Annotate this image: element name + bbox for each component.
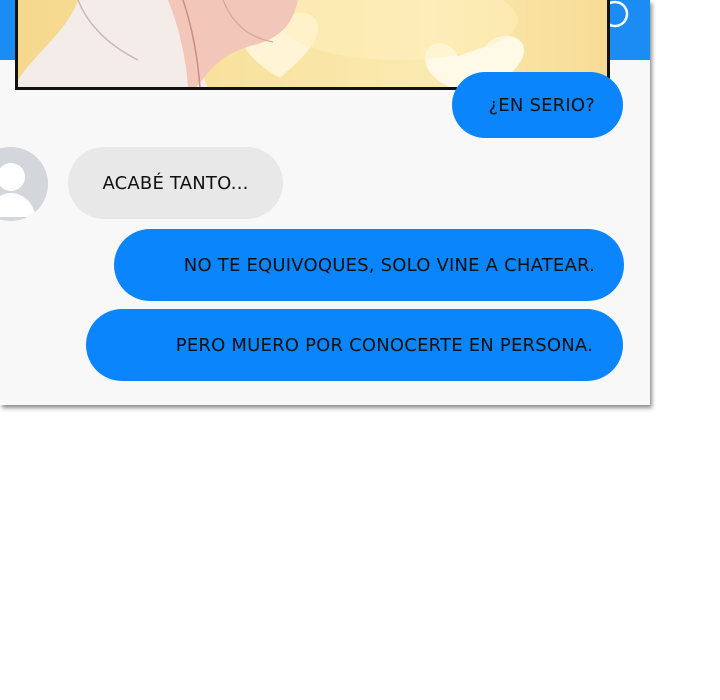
message-text: PERO MUERO POR CONOCERTE EN PERSONA.	[175, 334, 593, 356]
comic-panel: ¿EN SERIO? ACABÉ TANTO... NO TE EQUIVOQU…	[0, 0, 720, 700]
avatar[interactable]	[0, 147, 48, 221]
message-text: ¿EN SERIO?	[488, 94, 595, 116]
message-bubble-outgoing: ¿EN SERIO?	[452, 72, 623, 138]
default-user-silhouette-icon	[0, 147, 48, 221]
message-bubble-outgoing: PERO MUERO POR CONOCERTE EN PERSONA.	[86, 309, 623, 381]
message-bubble-incoming: ACABÉ TANTO...	[68, 147, 283, 219]
message-text: NO TE EQUIVOQUES, SOLO VINE A CHATEAR.	[183, 254, 595, 276]
chat-window: ¿EN SERIO? ACABÉ TANTO... NO TE EQUIVOQU…	[0, 0, 650, 405]
message-bubble-outgoing: NO TE EQUIVOQUES, SOLO VINE A CHATEAR.	[114, 229, 624, 301]
message-text: ACABÉ TANTO...	[102, 172, 249, 194]
